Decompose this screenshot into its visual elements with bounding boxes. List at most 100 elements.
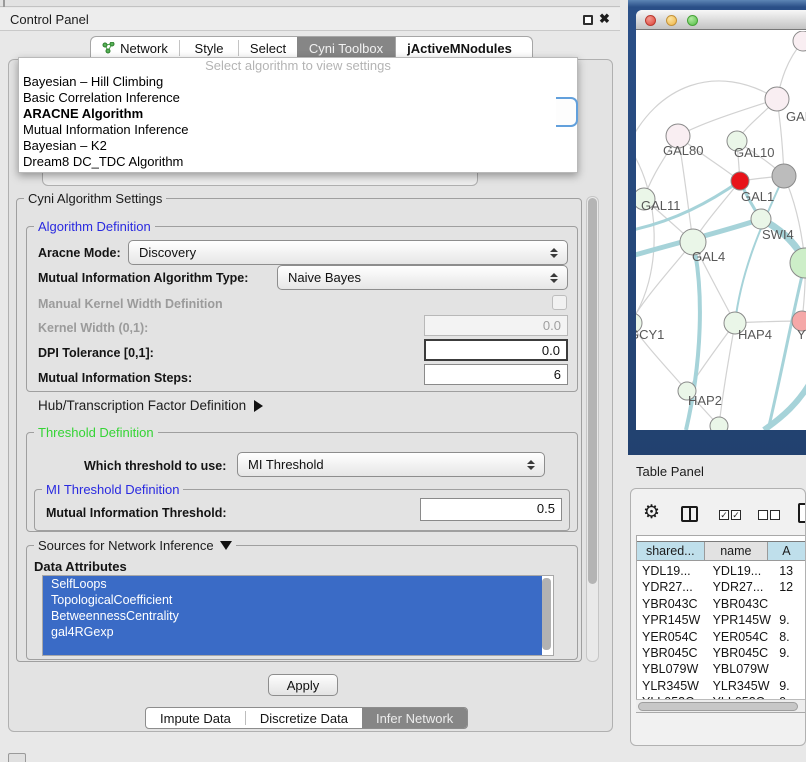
table-row[interactable]: YER054C YER054C 8. bbox=[637, 629, 806, 645]
data-attributes-label: Data Attributes bbox=[34, 559, 127, 574]
docked-panel-icon[interactable] bbox=[8, 753, 26, 762]
hub-definition-label: Hub/Transcription Factor Definition bbox=[38, 398, 246, 413]
node[interactable] bbox=[765, 87, 789, 111]
network-icon bbox=[102, 42, 115, 54]
dropdown-item[interactable]: Bayesian – Hill Climbing bbox=[19, 74, 577, 90]
node-gal1[interactable] bbox=[731, 172, 749, 190]
aracne-mode-label: Aracne Mode: bbox=[38, 246, 121, 260]
cell: YDL19... bbox=[637, 563, 708, 579]
cell: YBR043C bbox=[637, 596, 708, 612]
algorithm-definition-title: Algorithm Definition bbox=[34, 219, 155, 234]
node-swi4[interactable] bbox=[751, 209, 771, 229]
collapse-down-icon bbox=[220, 541, 232, 550]
column-header-shared[interactable]: shared... bbox=[637, 542, 705, 560]
table-row[interactable]: YDL19... YDL19... 13 bbox=[637, 563, 806, 579]
column-header-name[interactable]: name bbox=[705, 542, 769, 560]
gear-icon[interactable]: ⚙ bbox=[643, 501, 660, 524]
column-header-partial[interactable]: A bbox=[768, 542, 806, 560]
table-row[interactable]: YBR043C YBR043C bbox=[637, 596, 806, 612]
kernel-width-field[interactable]: 0.0 bbox=[424, 315, 568, 336]
select-all-checkboxes-icon[interactable]: ✓ ✓ bbox=[719, 510, 741, 520]
cell: 8. bbox=[774, 629, 806, 645]
minimize-traffic-light-icon[interactable] bbox=[666, 15, 677, 26]
unchecked-checkbox-icon bbox=[758, 510, 768, 520]
sources-group-title[interactable]: Sources for Network Inference bbox=[34, 538, 236, 553]
dropdown-item[interactable]: Bayesian – K2 bbox=[19, 138, 577, 154]
dpi-tolerance-field[interactable]: 0.0 bbox=[424, 339, 568, 361]
mi-threshold-field[interactable]: 0.5 bbox=[420, 498, 562, 521]
cell: 12 bbox=[774, 579, 806, 595]
dropdown-item[interactable]: Dream8 DC_TDC Algorithm bbox=[19, 154, 577, 170]
which-threshold-label: Which threshold to use: bbox=[84, 459, 226, 473]
table-horizontal-scrollbar[interactable] bbox=[636, 699, 806, 712]
tab-impute-data[interactable]: Impute Data bbox=[146, 708, 245, 728]
mi-steps-field[interactable]: 6 bbox=[424, 364, 568, 385]
zoom-traffic-light-icon[interactable] bbox=[687, 15, 698, 26]
aracne-mode-combobox[interactable]: Discovery bbox=[128, 240, 568, 265]
cell: YBR045C bbox=[708, 645, 775, 661]
tab-network[interactable]: Network bbox=[91, 37, 179, 59]
float-window-icon[interactable] bbox=[583, 15, 593, 25]
list-item-partial[interactable] bbox=[43, 640, 542, 655]
checked-checkbox-icon: ✓ bbox=[731, 510, 741, 520]
table-row[interactable]: YPR145W YPR145W 9. bbox=[637, 612, 806, 628]
scrollbar-thumb[interactable] bbox=[638, 702, 798, 711]
table-row[interactable]: YBL079W YBL079W bbox=[637, 661, 806, 677]
node[interactable] bbox=[710, 417, 728, 430]
combo-spinner-icon bbox=[527, 460, 535, 470]
dropdown-item[interactable]: Basic Correlation Inference bbox=[19, 90, 577, 106]
dropdown-item-selected[interactable]: ARACNE Algorithm bbox=[19, 106, 577, 122]
expand-right-icon bbox=[254, 400, 263, 412]
control-panel-header bbox=[0, 8, 620, 31]
threshold-definition-title: Threshold Definition bbox=[34, 425, 158, 440]
table-header-row: shared... name A bbox=[637, 541, 806, 561]
settings-scrollbar-thumb[interactable] bbox=[588, 198, 597, 584]
mi-type-combobox[interactable]: Naive Bayes bbox=[277, 265, 568, 290]
list-scrollbar[interactable] bbox=[542, 578, 551, 650]
tab-infer-network[interactable]: Infer Network bbox=[362, 708, 467, 728]
node-label-gal11: GAL11 bbox=[641, 198, 681, 213]
node-label-hap4: HAP4 bbox=[738, 327, 772, 342]
document-icon[interactable] bbox=[798, 503, 806, 523]
cell: YBR045C bbox=[637, 645, 708, 661]
node-bright-green[interactable] bbox=[790, 248, 806, 278]
cell: YBL079W bbox=[637, 661, 708, 677]
dropdown-item[interactable]: Mutual Information Inference bbox=[19, 122, 577, 138]
table-panel-title: Table Panel bbox=[636, 464, 704, 479]
network-window-titlebar[interactable] bbox=[636, 10, 806, 30]
dpi-tolerance-label: DPI Tolerance [0,1]: bbox=[38, 346, 154, 360]
hub-definition-toggle[interactable]: Hub/Transcription Factor Definition bbox=[38, 398, 263, 413]
manual-kernel-label: Manual Kernel Width Definition bbox=[38, 297, 223, 311]
list-item[interactable]: SelfLoops bbox=[43, 576, 542, 592]
which-threshold-combobox[interactable]: MI Threshold bbox=[237, 452, 545, 477]
split-columns-icon[interactable] bbox=[681, 506, 698, 522]
table-row[interactable]: YDR27... YDR27... 12 bbox=[637, 579, 806, 595]
data-attributes-list[interactable]: SelfLoops TopologicalCoefficient Between… bbox=[42, 575, 554, 656]
node-gray[interactable] bbox=[772, 164, 796, 188]
close-traffic-light-icon[interactable] bbox=[645, 15, 656, 26]
tab-discretize-data[interactable]: Discretize Data bbox=[246, 708, 362, 728]
list-item[interactable]: TopologicalCoefficient bbox=[43, 592, 542, 608]
tab-style[interactable]: Style bbox=[180, 37, 238, 59]
which-threshold-value: MI Threshold bbox=[248, 457, 324, 472]
apply-button[interactable]: Apply bbox=[268, 674, 338, 696]
cell: YBL079W bbox=[708, 661, 775, 677]
mi-threshold-group-title: MI Threshold Definition bbox=[42, 482, 183, 497]
network-window: GAL GAL80 GAL10 GAL1 GAL11 SWI4 GAL4 GCY… bbox=[636, 10, 806, 430]
tab-jactivemnodules[interactable]: jActiveMNodules bbox=[395, 37, 523, 59]
tab-cyni-toolbox[interactable]: Cyni Toolbox bbox=[297, 37, 395, 59]
table-row[interactable]: YBR045C YBR045C 9. bbox=[637, 645, 806, 661]
cell bbox=[774, 596, 806, 612]
manual-kernel-checkbox[interactable] bbox=[552, 295, 567, 310]
network-canvas[interactable]: GAL GAL80 GAL10 GAL1 GAL11 SWI4 GAL4 GCY… bbox=[636, 31, 806, 430]
node-label-hap2: HAP2 bbox=[688, 393, 722, 408]
close-icon[interactable]: ✖ bbox=[599, 11, 610, 27]
list-item[interactable]: BetweennessCentrality bbox=[43, 608, 542, 624]
node-label: GAL bbox=[786, 109, 806, 124]
list-item[interactable]: gal4RGexp bbox=[43, 624, 542, 640]
tab-select[interactable]: Select bbox=[239, 37, 297, 59]
cell: YBR043C bbox=[708, 596, 775, 612]
deselect-all-checkboxes-icon[interactable] bbox=[758, 510, 780, 520]
table-row[interactable]: YLR345W YLR345W 9. bbox=[637, 678, 806, 694]
node[interactable] bbox=[793, 31, 806, 51]
